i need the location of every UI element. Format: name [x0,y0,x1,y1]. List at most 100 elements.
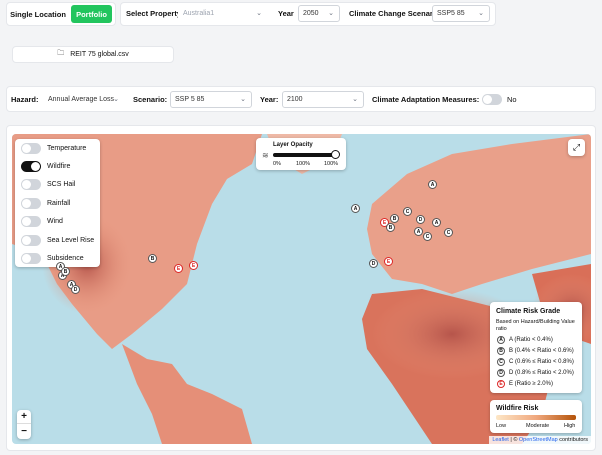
filter-year-dropdown[interactable]: 2100 ⌄ [282,91,364,108]
grade-badge: B [497,347,505,355]
map-marker[interactable]: B [148,254,157,263]
folder-icon: 🗀 [57,50,65,57]
legend-grade-d: D D (0.8% ≤ Ratio < 2.0%) [497,369,574,377]
map-marker[interactable]: A [428,180,437,189]
risk-grade-legend: Climate Risk Grade Based on Hazard/Build… [490,302,582,393]
zoom-in-button[interactable]: + [17,410,31,424]
climate-scenario-dropdown[interactable]: SSP5 85 ⌄ [432,5,490,22]
zoom-control: + − [17,410,31,439]
map-marker[interactable]: C [444,228,453,237]
layer-label: Sea Level Rise [47,236,95,244]
chevron-down-icon: ⌄ [256,10,262,17]
layer-label: Subsidence [47,254,84,262]
scenario-label: Scenario: [133,95,168,104]
layers-icon: ≋ [262,151,269,160]
adaptation-toggle[interactable] [482,94,502,105]
hazard-label: Hazard: [11,95,39,104]
layer-toggle[interactable] [21,197,41,209]
wildfire-legend-title: Wildfire Risk [496,405,539,412]
opacity-max: 100% [324,161,339,167]
opacity-min: 0% [273,161,281,167]
adaptation-value: No [507,95,517,104]
layer-label: Rainfall [47,199,71,207]
map-marker[interactable]: D [369,259,378,268]
opacity-panel: ≋ Layer Opacity 0% 100% 100% [256,138,346,170]
adaptation-label: Climate Adaptation Measures: [372,95,480,104]
chevron-down-icon: ⌄ [352,96,358,103]
select-property-value: Australia1 [183,10,215,17]
legend-subtitle: Based on Hazard/Building Value ratio [496,319,575,332]
layer-toggle[interactable] [21,142,41,154]
zoom-out-button[interactable]: − [17,424,31,438]
legend-grade-a: A A (Ratio < 0.4%) [497,336,553,344]
filter-year-value: 2100 [287,96,303,103]
layer-row-rainfall[interactable]: Rainfall [21,197,70,209]
grade-text: C (0.6% ≤ Ratio < 0.8%) [509,359,574,365]
osm-link[interactable]: OpenStreetMap [519,437,558,443]
layer-toggle[interactable] [21,252,41,264]
layer-row-temperature[interactable]: Temperature [21,142,86,154]
single-location-button[interactable]: Single Location [10,5,66,23]
map-marker[interactable]: E [174,264,183,273]
layer-row-wildfire[interactable]: Wildfire [21,160,70,172]
map-marker[interactable]: B [386,223,395,232]
map[interactable]: Temperature Wildfire SCS Hail Rainfall W… [12,134,591,444]
opacity-mid: 100% [296,161,311,167]
legend-grade-b: B B (0.4% < Ratio < 0.6%) [497,347,574,355]
legend-grade-e: E E (Ratio ≥ 2.0%) [497,380,553,388]
map-marker[interactable]: B [390,214,399,223]
layer-panel: Temperature Wildfire SCS Hail Rainfall W… [15,139,100,267]
wildfire-mid: Moderate [526,423,550,429]
map-marker[interactable]: A [351,204,360,213]
filter-year-label: Year: [260,95,279,104]
hazard-dropdown[interactable]: Annual Average Loss ⌄ [43,91,125,108]
wildfire-gradient-bar [496,415,576,420]
wildfire-low: Low [496,423,507,429]
attribution-tail: contributors [557,437,588,443]
portfolio-button[interactable]: Portfolio [71,5,112,23]
fullscreen-button[interactable]: ⤢ [568,139,585,156]
file-chip[interactable]: 🗀 REIT 75 global.csv [12,46,174,63]
map-marker[interactable]: E [189,261,198,270]
map-marker[interactable]: C [423,232,432,241]
layer-toggle[interactable] [21,160,41,172]
scenario-dropdown[interactable]: SSP 5 85 ⌄ [170,91,252,108]
layer-row-subsidence[interactable]: Subsidence [21,252,84,264]
map-marker[interactable]: D [416,215,425,224]
climate-scenario-value: SSP5 85 [437,10,465,17]
opacity-slider[interactable] [273,153,335,157]
wildfire-high: High [564,423,576,429]
map-attribution: Leaflet | © OpenStreetMap contributors [489,436,591,444]
opacity-title: Layer Opacity [273,142,313,148]
grade-text: E (Ratio ≥ 2.0%) [509,381,553,387]
chevron-down-icon: ⌄ [113,96,119,103]
legend-title: Climate Risk Grade [496,308,561,315]
layer-toggle[interactable] [21,178,41,190]
map-marker[interactable]: A [414,227,423,236]
layer-row-scs-hail[interactable]: SCS Hail [21,178,75,190]
select-property-dropdown[interactable]: Australia1 ⌄ [178,5,268,22]
layer-label: Temperature [47,144,87,152]
map-marker[interactable]: E [384,257,393,266]
map-marker[interactable]: B [61,267,70,276]
map-marker[interactable]: D [71,285,80,294]
layer-toggle[interactable] [21,215,41,227]
grade-badge: E [497,380,505,388]
legend-grade-c: C C (0.6% ≤ Ratio < 0.8%) [497,358,574,366]
opacity-slider-handle[interactable] [331,150,340,159]
leaflet-link[interactable]: Leaflet [492,437,509,443]
layer-row-wind[interactable]: Wind [21,215,63,227]
year-label: Year [278,9,294,18]
chevron-down-icon: ⌄ [328,10,334,17]
grade-badge: D [497,369,505,377]
map-marker[interactable]: A [432,218,441,227]
chevron-down-icon: ⌄ [478,10,484,17]
layer-toggle[interactable] [21,234,41,246]
scenario-value: SSP 5 85 [175,96,205,103]
select-property-label: Select Property [126,9,182,18]
expand-icon: ⤢ [572,142,581,152]
year-dropdown[interactable]: 2050 ⌄ [298,5,340,22]
layer-row-sea-level-rise[interactable]: Sea Level Rise [21,234,94,246]
chevron-down-icon: ⌄ [240,96,246,103]
map-marker[interactable]: C [403,207,412,216]
